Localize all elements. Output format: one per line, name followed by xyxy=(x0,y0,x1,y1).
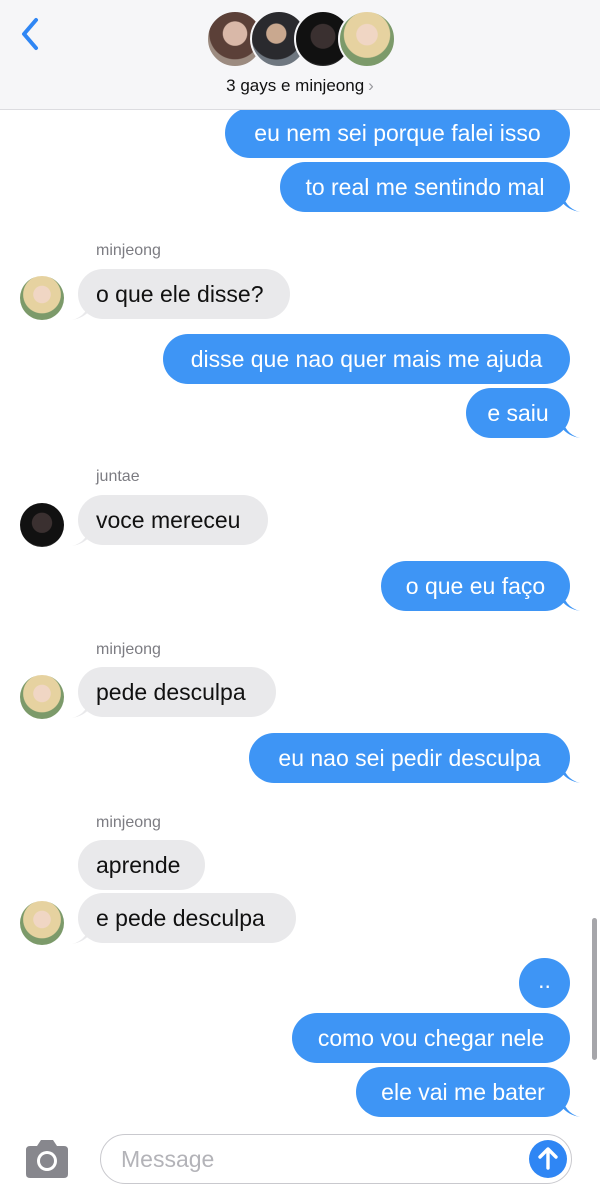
camera-button[interactable] xyxy=(22,1138,72,1180)
chevron-right-icon: › xyxy=(368,76,374,95)
bubble-tail xyxy=(562,1095,580,1117)
message-bubble-incoming[interactable]: aprende xyxy=(78,840,205,890)
message-bubble-outgoing[interactable]: eu nao sei pedir desculpa xyxy=(249,733,570,783)
message-bubble-incoming[interactable]: pede desculpa xyxy=(78,667,276,717)
message-bubble-outgoing[interactable]: disse que nao quer mais me ajuda xyxy=(163,334,570,384)
bubble-tail xyxy=(562,761,580,783)
message-bubble-outgoing[interactable]: ele vai me bater xyxy=(356,1067,570,1117)
back-button[interactable] xyxy=(16,14,52,54)
avatar xyxy=(20,675,64,719)
message-bubble-incoming[interactable]: voce mereceu xyxy=(78,495,268,545)
camera-icon xyxy=(26,1140,68,1178)
message-input[interactable]: Message xyxy=(100,1134,572,1184)
scroll-indicator[interactable] xyxy=(592,918,597,1060)
bubble-tail xyxy=(562,416,580,438)
sender-name: minjeong xyxy=(96,242,161,259)
message-bubble-incoming[interactable]: e pede desculpa xyxy=(78,893,296,943)
message-bubble-incoming[interactable]: o que ele disse? xyxy=(78,269,290,319)
input-bar: Message xyxy=(0,1120,600,1200)
message-bubble-outgoing[interactable]: to real me sentindo mal xyxy=(280,162,570,212)
avatar xyxy=(20,901,64,945)
message-bubble-outgoing[interactable]: e saiu xyxy=(466,388,570,438)
message-bubble-outgoing[interactable]: o que eu faço xyxy=(381,561,570,611)
arrow-up-icon xyxy=(538,1147,558,1170)
group-name-label: 3 gays e minjeong xyxy=(226,76,365,95)
group-avatars[interactable] xyxy=(206,10,396,68)
message-bubble-outgoing[interactable]: como vou chegar nele xyxy=(292,1013,570,1063)
sender-name: juntae xyxy=(96,468,140,485)
send-button[interactable] xyxy=(529,1140,567,1178)
group-name[interactable]: 3 gays e minjeong › xyxy=(0,76,600,96)
avatar xyxy=(20,503,64,547)
bubble-tail xyxy=(562,190,580,212)
sender-name: minjeong xyxy=(96,814,161,831)
avatar xyxy=(338,10,396,68)
conversation-header: 3 gays e minjeong › xyxy=(0,0,600,110)
avatar xyxy=(20,276,64,320)
message-bubble-outgoing[interactable]: eu nem sei porque falei isso xyxy=(225,108,570,158)
sender-name: minjeong xyxy=(96,641,161,658)
chevron-left-icon xyxy=(22,18,38,50)
message-placeholder: Message xyxy=(121,1146,215,1172)
bubble-tail xyxy=(562,589,580,611)
message-bubble-outgoing[interactable]: .. xyxy=(519,958,570,1008)
